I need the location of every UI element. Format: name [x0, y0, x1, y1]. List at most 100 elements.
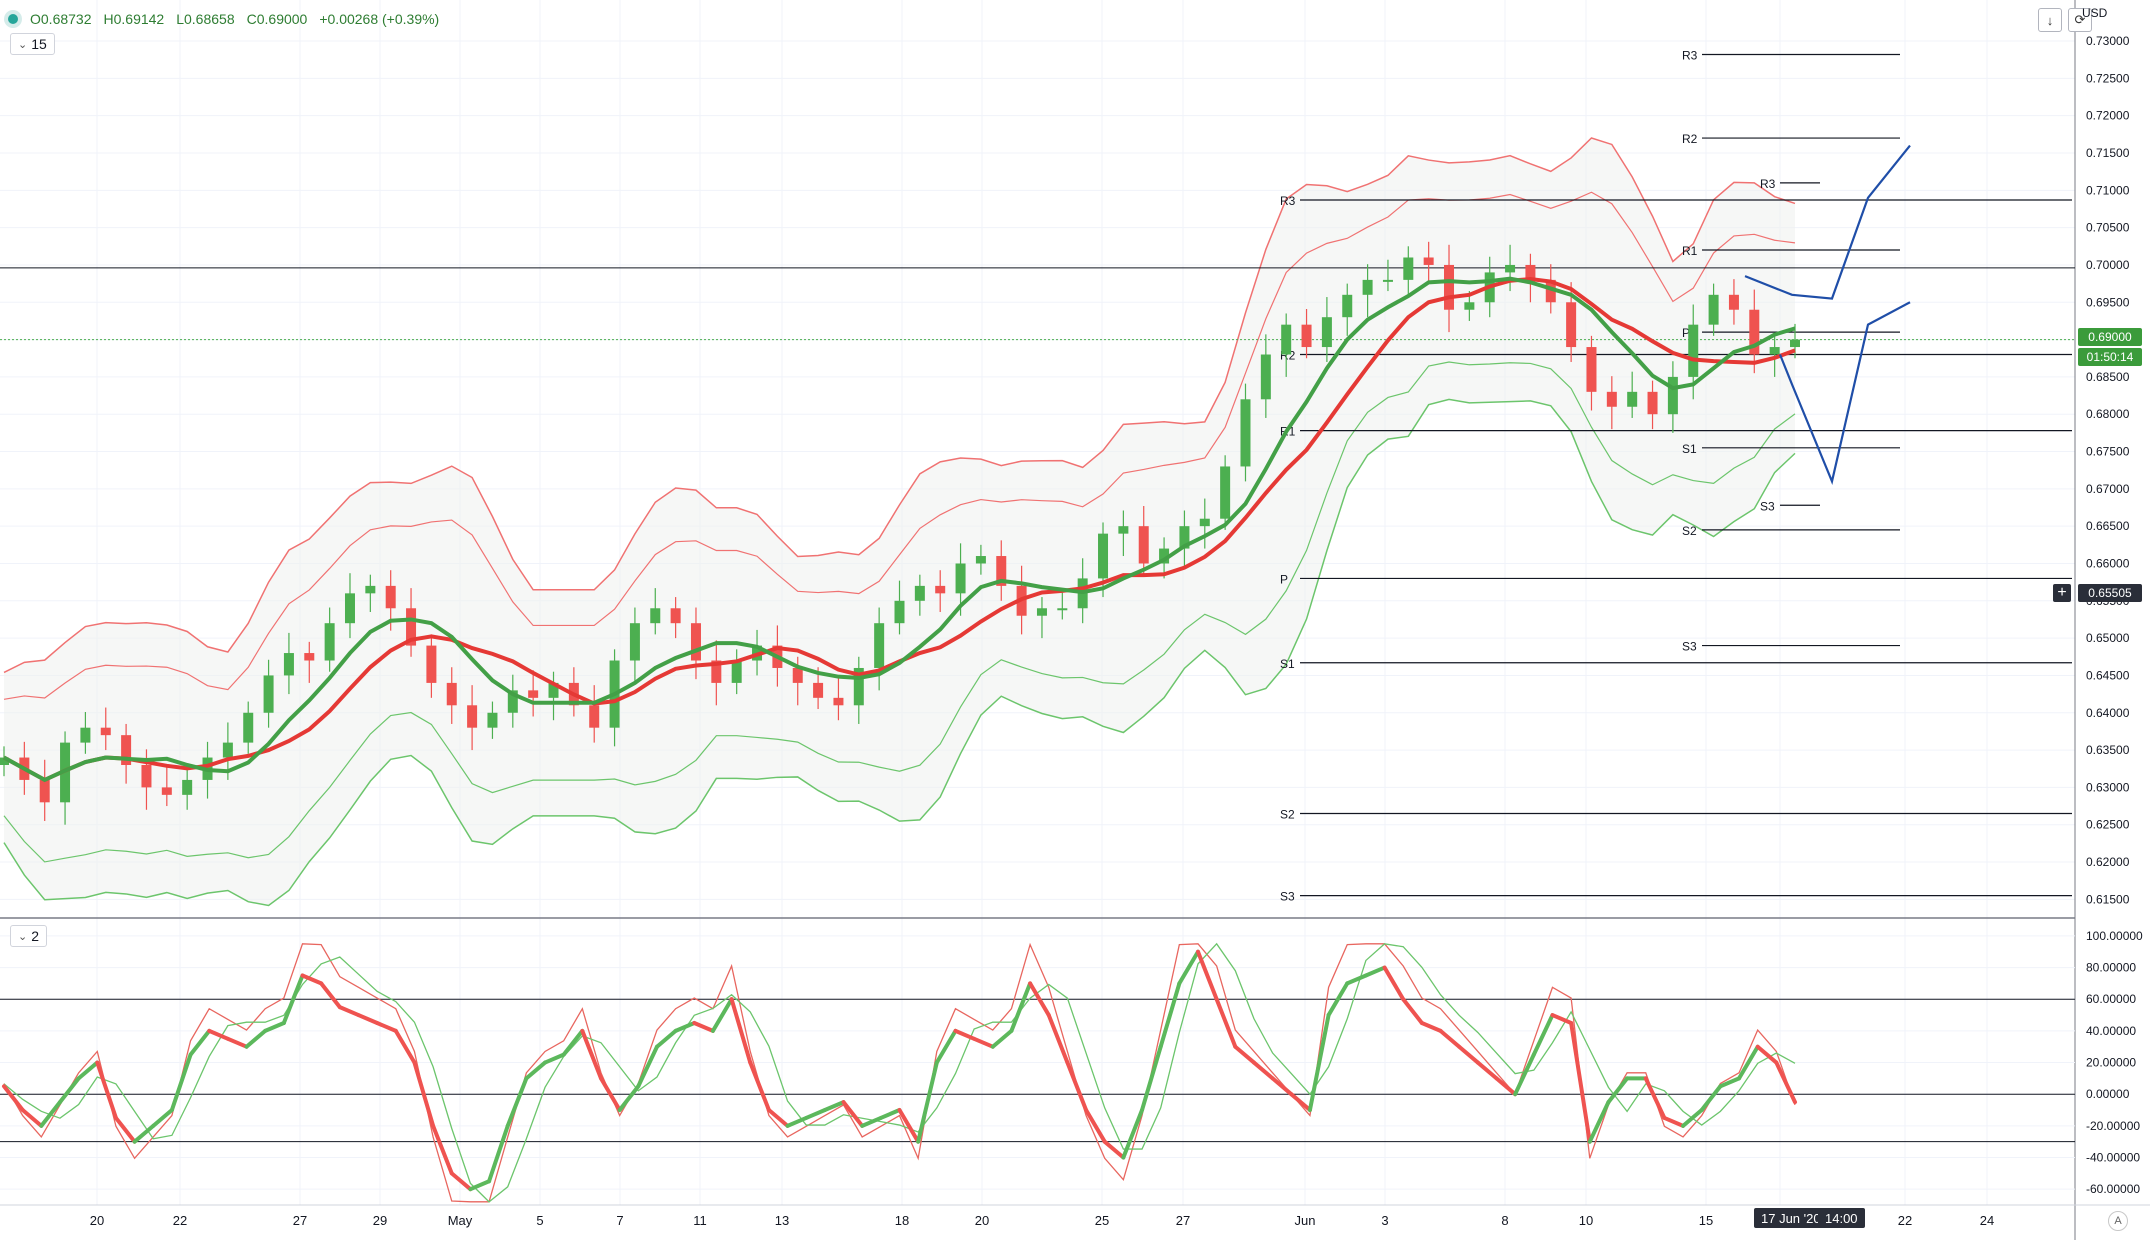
close-value: C0.69000: [246, 11, 308, 27]
pivot-label: S2: [1280, 808, 1295, 822]
osc-tick-label: 40.00000: [2086, 1024, 2136, 1038]
candle-body: [1667, 376, 1678, 415]
candle-body: [385, 585, 396, 609]
x-tick-label: 24: [1980, 1213, 1994, 1228]
osc-main-segment: [393, 1028, 417, 1065]
candle-body: [1444, 264, 1455, 310]
osc-tick-label: 0.00000: [2086, 1087, 2130, 1101]
osc-main-segment: [95, 1060, 118, 1120]
interval-selector[interactable]: ⌄ 15: [10, 33, 55, 55]
candle-body: [161, 787, 172, 795]
down-arrow-icon[interactable]: ↓: [2038, 8, 2062, 32]
pivot-label: P: [1280, 572, 1288, 586]
osc-main-segment: [561, 1028, 585, 1057]
osc-main-segment: [1774, 1060, 1797, 1105]
chart-canvas[interactable]: 0.73000 0.72500 0.72000 0.71500 0.71000 0.705…: [0, 0, 2150, 1240]
currency-label: USD: [2082, 6, 2108, 20]
candle-body: [263, 675, 274, 713]
candle-body: [1382, 279, 1393, 282]
candle-body: [589, 705, 600, 728]
candle-body: [304, 653, 315, 661]
crosshair-price-tag: 0.65505: [2078, 584, 2142, 602]
band-fill: [4, 138, 1795, 906]
y-tick-label: 0.73000: [2086, 34, 2130, 48]
osc-main-segment: [1419, 1020, 1443, 1033]
osc-main-segment: [39, 1100, 62, 1128]
x-tick-label: 25: [1095, 1213, 1109, 1228]
candle-body: [1505, 264, 1516, 273]
candle-body: [141, 765, 152, 788]
auto-scale-icon[interactable]: A: [2108, 1211, 2128, 1231]
candle-body: [243, 712, 254, 743]
candle-body: [975, 556, 986, 564]
osc-main-segment: [1009, 981, 1033, 1033]
osc-main-segment: [431, 1123, 454, 1176]
osc-main-segment: [1382, 965, 1406, 1002]
x-tick-label: 15: [1699, 1213, 1713, 1228]
osc-tick-label: -60.00000: [2086, 1182, 2140, 1196]
y-tick-label: 0.69500: [2086, 295, 2130, 309]
market-status-icon: [8, 14, 18, 24]
interval-label: 15: [31, 36, 47, 52]
candle-body: [1057, 608, 1068, 611]
high-value: H0.69142: [103, 11, 165, 27]
candle-body: [1138, 526, 1149, 564]
open-value: O0.68732: [30, 11, 92, 27]
candle-body: [528, 690, 539, 698]
y-tick-label: 0.62500: [2086, 818, 2130, 832]
last-price-tag: 0.69000: [2078, 328, 2142, 346]
y-tick-label: 0.71000: [2086, 183, 2130, 197]
candle-body: [1036, 608, 1047, 616]
candle-body: [1220, 466, 1231, 519]
candle-body: [1769, 347, 1780, 355]
pivot-label: S1: [1682, 442, 1697, 456]
osc-main-segment: [972, 1036, 995, 1049]
low-value: L0.68658: [176, 11, 235, 27]
candle-body: [1342, 294, 1353, 318]
osc-tick-label: 80.00000: [2086, 961, 2136, 975]
osc-main-segment: [505, 1076, 529, 1128]
y-tick-label: 0.63500: [2086, 743, 2130, 757]
x-tick-label: 3: [1381, 1213, 1388, 1228]
x-tick-label: 18: [895, 1213, 909, 1228]
osc-main-segment: [487, 1123, 510, 1184]
candle-body: [874, 623, 885, 668]
candle-body: [955, 563, 966, 594]
osc-main-segment: [1699, 1084, 1723, 1113]
osc-main-segment: [337, 1005, 361, 1018]
candle-body: [833, 697, 844, 706]
y-tick-label: 0.64500: [2086, 668, 2130, 682]
osc-main-segment: [580, 1028, 603, 1081]
x-tick-label: 10: [1579, 1213, 1593, 1228]
candle-body: [894, 600, 905, 624]
candle-body: [446, 682, 457, 706]
candle-body: [1647, 391, 1658, 415]
oscillator-legend[interactable]: ⌄ 2: [10, 925, 48, 947]
candle-body: [1301, 324, 1312, 348]
candle-body: [1199, 518, 1210, 527]
osc-tick-label: 20.00000: [2086, 1056, 2136, 1070]
osc-main-segment: [1531, 1013, 1555, 1057]
plus-icon[interactable]: +: [2053, 584, 2071, 602]
candle-body: [80, 727, 91, 743]
x-tick-label: 20: [90, 1213, 104, 1228]
candle-body: [792, 667, 803, 683]
candle-body: [1606, 391, 1617, 407]
x-tick-label: 8: [1501, 1213, 1508, 1228]
candle-body: [914, 585, 925, 601]
y-tick-label: 0.65000: [2086, 631, 2130, 645]
osc-main-segment: [636, 1044, 659, 1089]
osc-main-segment: [692, 1020, 715, 1033]
pivot-label: S3: [1682, 640, 1697, 654]
candle-body: [39, 779, 50, 803]
osc-main-segment: [916, 1060, 939, 1144]
pivot-label: R1: [1682, 244, 1698, 258]
candle-body: [100, 727, 111, 736]
osc-main-segment: [1121, 1108, 1145, 1160]
candle-body: [1688, 324, 1699, 377]
y-tick-label: 0.70500: [2086, 221, 2130, 235]
osc-main-segment: [990, 1028, 1014, 1049]
x-tick-label: 7: [616, 1213, 623, 1228]
candle-body: [1240, 399, 1251, 467]
candle-body: [324, 623, 335, 661]
